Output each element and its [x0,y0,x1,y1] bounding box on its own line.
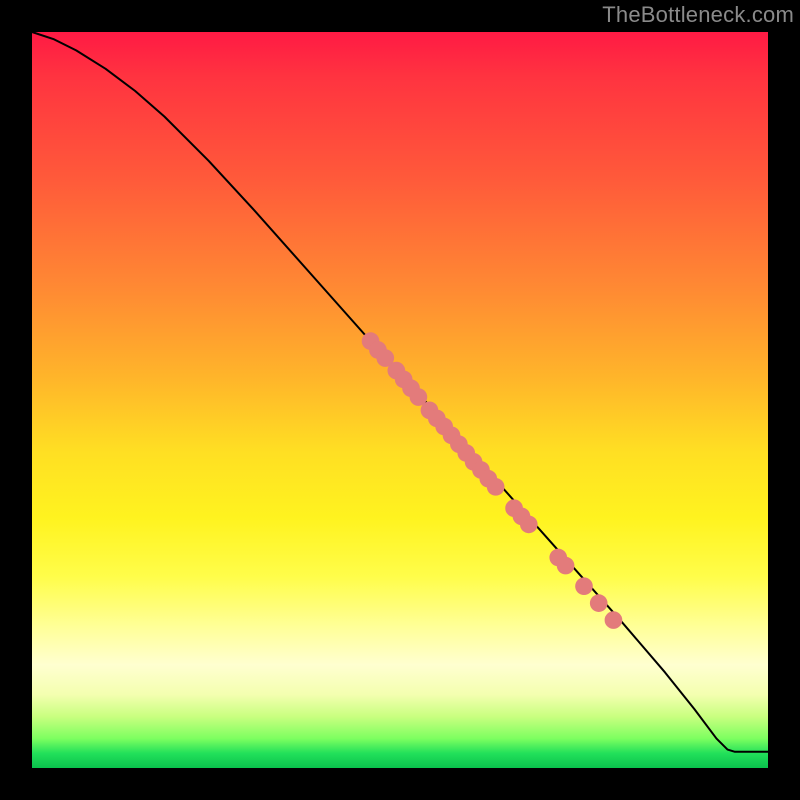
curve-marker [575,577,593,595]
curve-marker [520,516,538,534]
watermark-text: TheBottleneck.com [602,2,794,28]
bottleneck-curve [32,32,768,752]
curve-markers [362,332,623,629]
chart-svg [32,32,768,768]
curve-marker [590,594,608,612]
plot-area [32,32,768,768]
curve-marker [605,611,623,629]
curve-marker [557,557,575,575]
chart-stage: TheBottleneck.com [0,0,800,800]
curve-marker [487,478,505,496]
